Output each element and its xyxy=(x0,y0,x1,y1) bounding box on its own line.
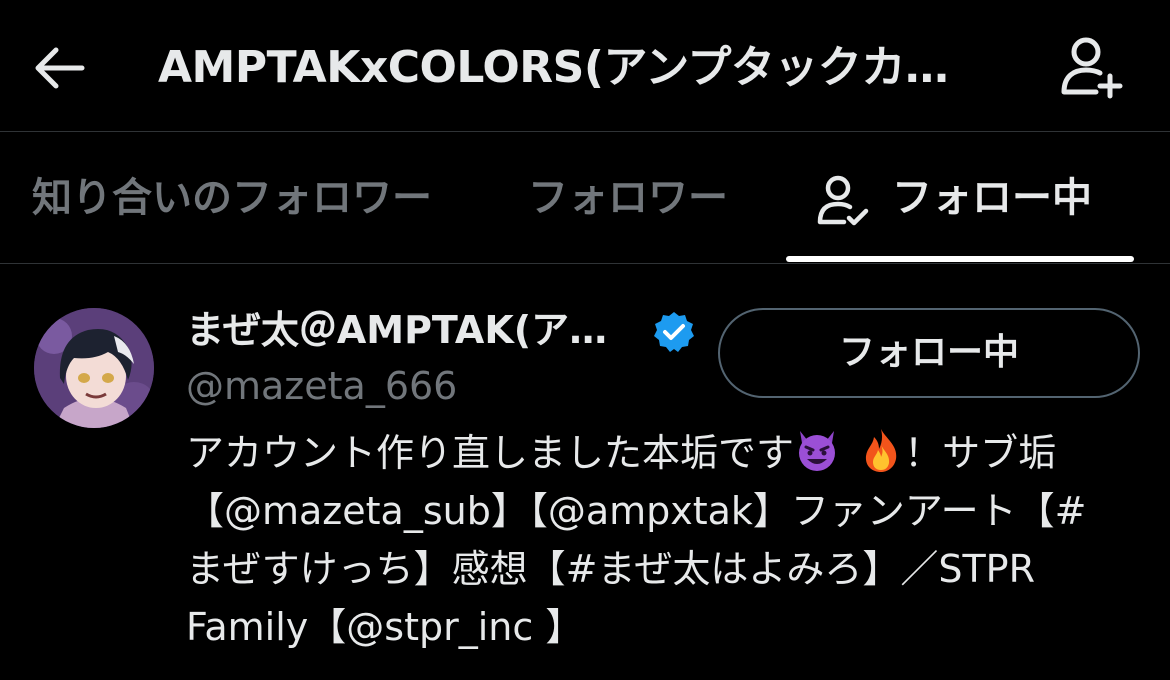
arrow-left-icon xyxy=(35,47,85,89)
tab-label: フォロー中 xyxy=(892,175,1092,221)
user-handle: @mazeta_666 xyxy=(186,364,458,408)
bio-text: アカウント作り直しました本垢です xyxy=(186,431,795,475)
user-cell[interactable]: まぜ太＠AMPTAK(ア… @mazeta_666 フォロー中 アカウント作り直… xyxy=(0,264,1170,680)
bio-line: アカウント作り直しました本垢です ！サブ垢 xyxy=(186,424,1146,482)
fire-emoji xyxy=(866,429,897,472)
avatar[interactable] xyxy=(34,308,154,428)
page-title: AMPTAKxCOLORS(アンプタックカ… xyxy=(158,42,949,93)
bio-text: ！サブ垢 xyxy=(904,431,1057,475)
bio-line: 【@mazeta_sub】【@ampxtak】ファンアート【# xyxy=(186,489,1087,533)
tab-followers[interactable]: フォロワー xyxy=(528,132,728,264)
smiling-devil-emoji xyxy=(799,431,836,471)
back-button[interactable] xyxy=(30,38,90,98)
tab-label: 知り合いのフォロワー xyxy=(32,175,432,221)
avatar-image xyxy=(34,308,154,428)
active-tab-indicator xyxy=(786,256,1134,262)
person-check-icon xyxy=(817,175,869,226)
bio-line: まぜすけっち】感想【#まぜ太はよみろ】／STPR xyxy=(186,547,1035,591)
person-plus-icon xyxy=(1061,37,1123,99)
tab-followers-you-know[interactable]: 知り合いのフォロワー xyxy=(32,132,432,264)
display-name[interactable]: まぜ太＠AMPTAK(ア… xyxy=(186,304,607,356)
following-button[interactable]: フォロー中 xyxy=(718,308,1140,398)
top-header: AMPTAKxCOLORS(アンプタックカ… xyxy=(0,0,1170,132)
verified-badge-icon xyxy=(654,312,694,352)
user-bio: アカウント作り直しました本垢です ！サブ垢 【@mazeta_sub】【@amp… xyxy=(186,424,1146,656)
add-user-button[interactable] xyxy=(1056,32,1126,102)
tab-bar: 知り合いのフォロワー フォロワー フォロー中 xyxy=(0,132,1170,264)
bio-line: Family【@stpr_inc 】 xyxy=(186,605,584,649)
tab-label: フォロワー xyxy=(528,175,728,221)
